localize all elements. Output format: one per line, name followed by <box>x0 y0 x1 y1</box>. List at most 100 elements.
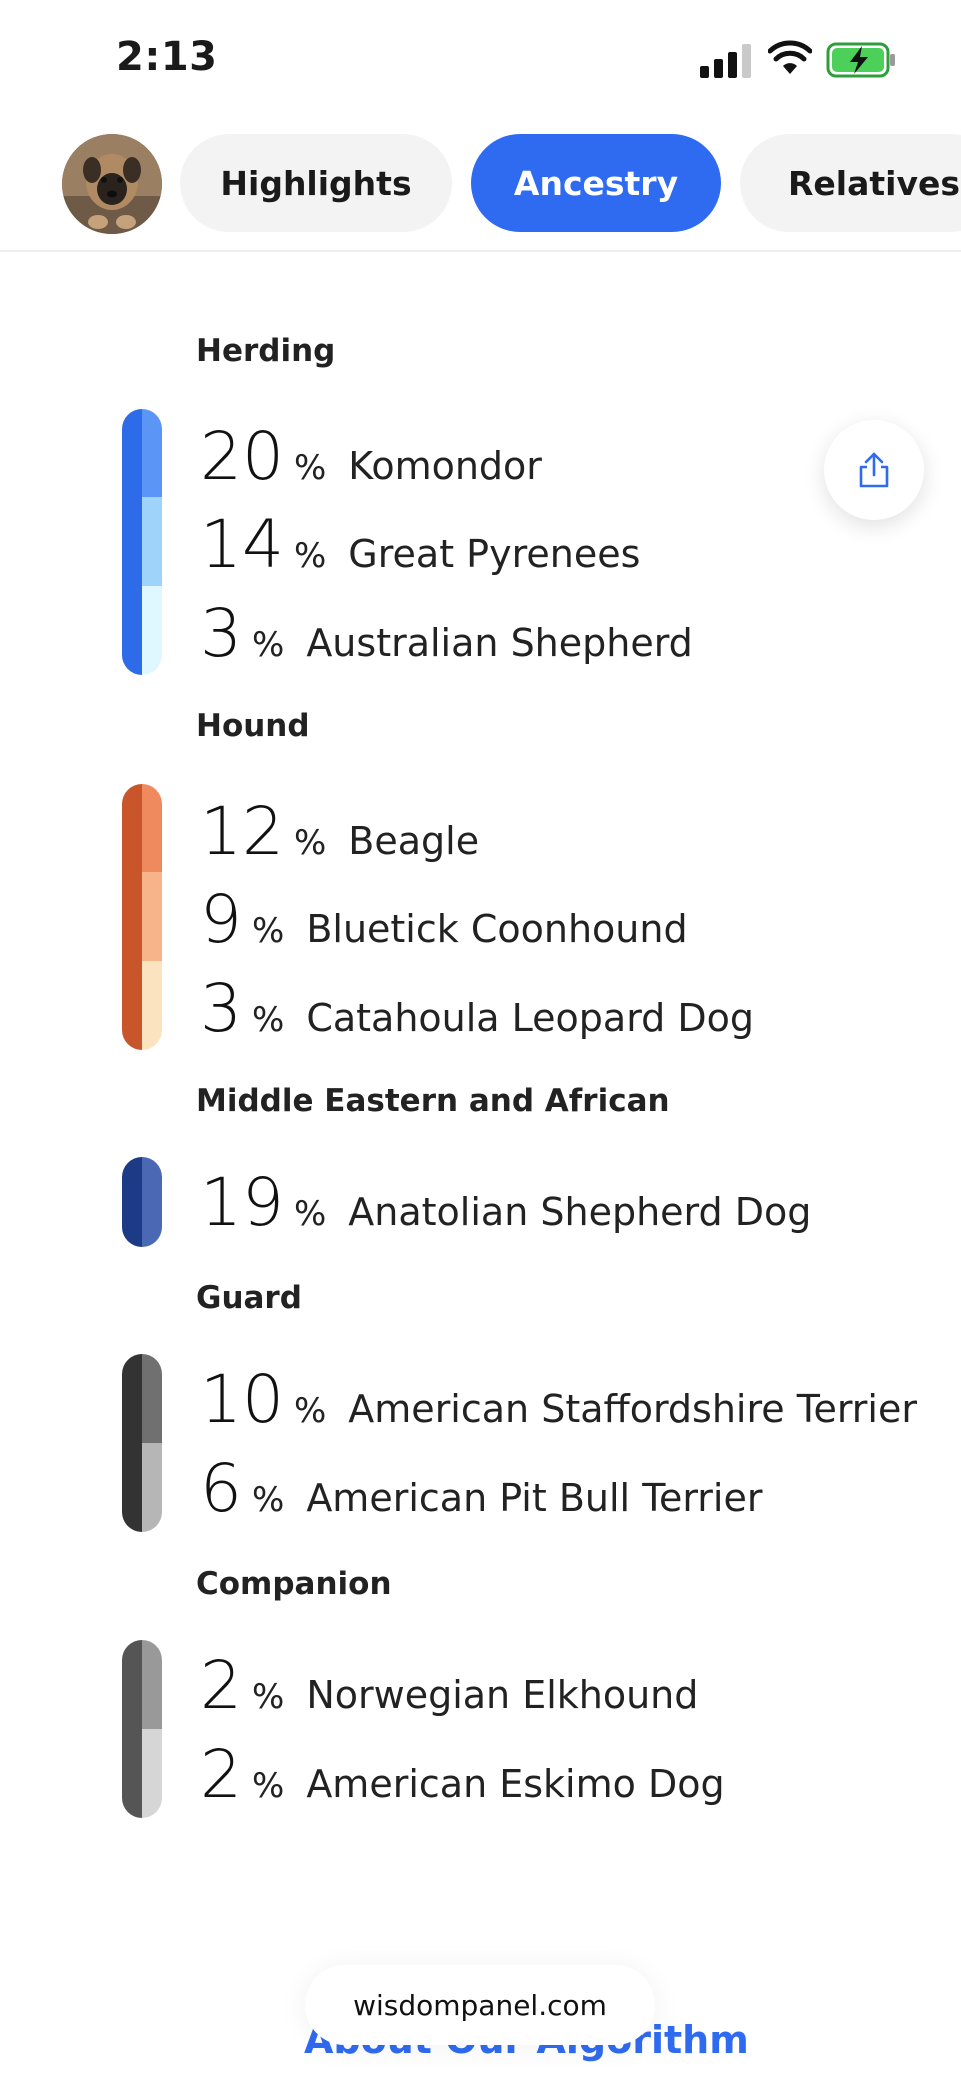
breed-percent: 2 <box>200 1647 242 1724</box>
percent-sign: % <box>252 1677 285 1717</box>
breed-row: 19 % Anatolian Shepherd Dog <box>200 1159 811 1247</box>
breed-row: 14 % Great Pyrenees <box>200 501 640 589</box>
breed-name: American Eskimo Dog <box>306 1762 725 1806</box>
breed-percent: 10 <box>200 1361 284 1438</box>
bar-segment-shade-light <box>142 1354 162 1443</box>
breed-name: Norwegian Elkhound <box>306 1673 699 1717</box>
share-button[interactable] <box>824 420 924 520</box>
percent-sign: % <box>293 1391 327 1431</box>
bar-segment <box>122 872 162 961</box>
breed-row: 6 % American Pit Bull Terrier <box>200 1445 762 1533</box>
bar-segment-shade-dark <box>122 1729 142 1818</box>
breed-name: Great Pyrenees <box>348 532 641 576</box>
percent-sign: % <box>252 1480 285 1520</box>
breed-percent: 2 <box>200 1736 242 1813</box>
bar-segment <box>122 1640 162 1729</box>
percent-sign: % <box>252 911 285 951</box>
breed-row: 9 % Bluetick Coonhound <box>200 876 688 964</box>
bar-segment-shade-light <box>142 409 162 497</box>
bar-segment <box>122 784 162 872</box>
bar-segment-shade-light <box>142 1640 162 1729</box>
percent-sign: % <box>293 1194 327 1234</box>
breed-name: Bluetick Coonhound <box>306 907 688 951</box>
breed-row: 2 % American Eskimo Dog <box>200 1731 725 1819</box>
share-icon <box>859 452 889 488</box>
tab-ancestry[interactable]: Ancestry <box>471 134 721 232</box>
breed-row: 3 % Catahoula Leopard Dog <box>200 965 754 1053</box>
bar-segment-shade-light <box>142 872 162 961</box>
bar-segment-shade-light <box>142 1729 162 1818</box>
bar-segment-shade-dark <box>122 1354 142 1443</box>
battery-charging-icon <box>826 42 895 78</box>
bar-segment-shade-dark <box>122 961 142 1050</box>
dog-avatar[interactable] <box>62 134 162 234</box>
bar-segment <box>122 1729 162 1818</box>
bar-segment <box>122 409 162 497</box>
group-title: Herding <box>196 333 336 369</box>
breed-name: Australian Shepherd <box>306 621 693 665</box>
percent-sign: % <box>252 1000 285 1040</box>
percent-sign: % <box>252 1766 285 1806</box>
breed-percent: 19 <box>200 1164 284 1241</box>
bar-segment <box>122 1354 162 1443</box>
bar-segment-shade-light <box>142 586 162 675</box>
bar-segment-shade-light <box>142 961 162 1050</box>
breed-percent: 14 <box>200 506 284 583</box>
breed-name: Anatolian Shepherd Dog <box>348 1190 812 1234</box>
percent-sign: % <box>293 448 327 488</box>
tab-highlights[interactable]: Highlights <box>180 134 452 232</box>
bar-segment-shade-dark <box>122 784 142 872</box>
status-bar: 2:13 <box>0 0 961 120</box>
breed-percent: 20 <box>200 418 284 495</box>
ancestry-color-bar <box>122 1640 162 1818</box>
breed-name: Beagle <box>348 819 480 863</box>
breed-row: 20 % Komondor <box>200 413 542 501</box>
ancestry-color-bar <box>122 1157 162 1247</box>
bar-segment <box>122 961 162 1050</box>
breed-name: American Staffordshire Terrier <box>348 1387 917 1431</box>
tab-relatives[interactable]: Relatives <box>740 134 961 232</box>
tab-bar: Highlights Ancestry Relatives <box>0 130 961 252</box>
group-title: Companion <box>196 1566 392 1602</box>
bar-segment <box>122 586 162 675</box>
bar-segment-shade-dark <box>122 872 142 961</box>
breed-row: 10 % American Staffordshire Terrier <box>200 1356 917 1444</box>
bar-segment-shade-dark <box>122 1640 142 1729</box>
url-bar[interactable]: wisdompanel.com <box>305 1965 655 2045</box>
group-title: Guard <box>196 1280 302 1316</box>
bar-segment-shade-dark <box>122 409 142 497</box>
bar-segment-shade-light <box>142 1157 162 1247</box>
dog-avatar-image <box>62 134 162 234</box>
group-title: Middle Eastern and African <box>196 1083 670 1119</box>
bar-segment-shade-dark <box>122 1157 142 1247</box>
bar-segment <box>122 1157 162 1247</box>
bar-segment-shade-dark <box>122 1443 142 1532</box>
breed-percent: 3 <box>200 595 242 672</box>
breed-name: Komondor <box>348 444 542 488</box>
percent-sign: % <box>293 823 327 863</box>
bar-segment-shade-dark <box>122 586 142 675</box>
breed-row: 12 % Beagle <box>200 788 479 876</box>
ancestry-color-bar <box>122 1354 162 1532</box>
bar-segment <box>122 497 162 586</box>
bar-segment-shade-dark <box>122 497 142 586</box>
bar-segment-shade-light <box>142 1443 162 1532</box>
percent-sign: % <box>293 536 327 576</box>
percent-sign: % <box>252 625 285 665</box>
breed-row: 2 % Norwegian Elkhound <box>200 1642 698 1730</box>
breed-percent: 12 <box>200 793 284 870</box>
bar-segment <box>122 1443 162 1532</box>
breed-name: American Pit Bull Terrier <box>306 1476 763 1520</box>
bar-segment-shade-light <box>142 784 162 872</box>
ancestry-color-bar <box>122 409 162 675</box>
wifi-icon <box>768 40 812 74</box>
breed-name: Catahoula Leopard Dog <box>306 996 754 1040</box>
status-time: 2:13 <box>116 34 218 80</box>
signal-icon <box>700 44 751 78</box>
breed-row: 3 % Australian Shepherd <box>200 590 693 678</box>
breed-percent: 6 <box>200 1450 242 1527</box>
bar-segment-shade-light <box>142 497 162 586</box>
group-title: Hound <box>196 708 310 744</box>
ancestry-color-bar <box>122 784 162 1050</box>
breed-percent: 3 <box>200 970 242 1047</box>
